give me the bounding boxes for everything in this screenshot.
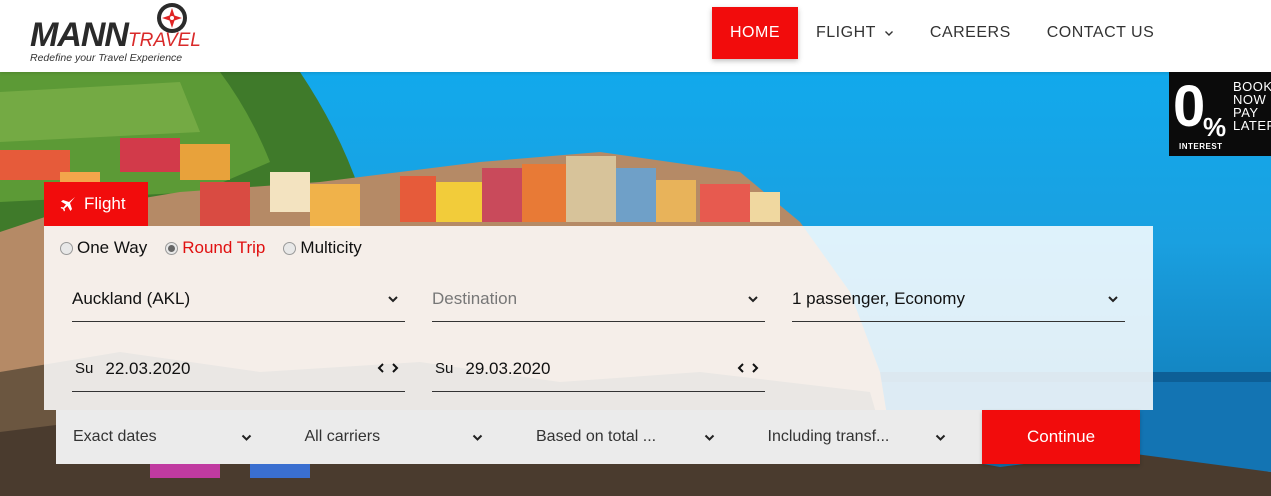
radio-round-trip-label: Round Trip [182, 238, 266, 257]
depart-date-value: 22.03.2020 [105, 358, 191, 378]
chevron-right-icon[interactable] [751, 362, 759, 374]
radio-round-trip[interactable]: Round Trip [165, 238, 265, 258]
chevron-down-icon [1108, 296, 1118, 303]
flight-search-panel: One Way Round Trip Multicity Auckland (A… [44, 226, 1153, 410]
continue-button[interactable]: Continue [982, 410, 1140, 464]
search-filters-bar: Exact dates All carriers Based on total … [56, 410, 982, 464]
filter-price-select[interactable]: Based on total ... [519, 410, 751, 464]
promo-interest: INTEREST [1179, 142, 1223, 151]
chevron-left-icon[interactable] [377, 362, 385, 374]
chevron-down-icon [472, 434, 483, 441]
nav-careers-label: CAREERS [929, 24, 1011, 41]
depart-weekday: Su [75, 360, 94, 377]
filter-transfers-select[interactable]: Including transf... [751, 410, 983, 464]
passengers-value: 1 passenger, Economy [792, 288, 965, 308]
nav-contact-label: CONTACT US [1046, 24, 1155, 41]
nav-home-label: HOME [730, 24, 780, 41]
chevron-down-icon [388, 296, 398, 303]
filter-dates-select[interactable]: Exact dates [56, 410, 288, 464]
passengers-select[interactable]: 1 passenger, Economy [792, 276, 1125, 322]
airplane-icon [60, 197, 75, 212]
chevron-right-icon[interactable] [391, 362, 399, 374]
promo-badge[interactable]: 0 % BOOK NOW PAY LATER INTEREST [1169, 72, 1271, 156]
tab-flight-label: Flight [84, 194, 126, 213]
nav-careers[interactable]: CAREERS [912, 7, 1029, 59]
brand-name-sub: TRAVEL [128, 30, 201, 51]
chevron-down-icon [241, 434, 251, 441]
radio-dot[interactable] [283, 241, 297, 255]
main-nav: HOME FLIGHT CAREERS CONTACT US [712, 7, 1172, 59]
destination-select[interactable]: Destination [432, 276, 765, 322]
brand-name-main: MANN [30, 16, 129, 54]
destination-placeholder: Destination [432, 288, 518, 308]
promo-zero: 0 [1173, 74, 1206, 139]
filter-transfers-value: Including transf... [767, 428, 890, 445]
nav-flight-label: FLIGHT [816, 24, 876, 41]
promo-text: BOOK NOW PAY LATER [1233, 80, 1271, 132]
nav-home[interactable]: HOME [712, 7, 798, 59]
origin-select[interactable]: Auckland (AKL) [72, 276, 405, 322]
radio-dot-selected[interactable] [165, 241, 179, 255]
depart-date-field[interactable]: Su 22.03.2020 [72, 346, 405, 392]
site-header: MANN TRAVEL Redefine your Travel Experie… [0, 0, 1271, 72]
return-date-field[interactable]: Su 29.03.2020 [432, 346, 765, 392]
return-date-value: 29.03.2020 [465, 358, 551, 378]
brand-logo[interactable]: MANN TRAVEL Redefine your Travel Experie… [28, 2, 218, 68]
filter-carriers-select[interactable]: All carriers [288, 410, 520, 464]
brand-tagline: Redefine your Travel Experience [30, 52, 183, 64]
continue-label: Continue [1026, 427, 1096, 446]
radio-one-way[interactable]: One Way [60, 238, 147, 258]
filter-carriers-value: All carriers [304, 428, 381, 445]
radio-multicity[interactable]: Multicity [283, 238, 362, 258]
radio-one-way-label: One Way [77, 238, 148, 257]
radio-multicity-label: Multicity [300, 238, 362, 257]
tab-flight[interactable]: Flight [44, 182, 148, 226]
chevron-down-icon [748, 296, 758, 303]
return-date-arrows [737, 362, 759, 374]
promo-percent: % [1203, 112, 1227, 142]
chevron-down-icon [935, 434, 946, 441]
promo-line-4: LATER [1233, 118, 1271, 133]
origin-value: Auckland (AKL) [72, 288, 191, 308]
depart-date-arrows [377, 362, 399, 374]
filter-price-value: Based on total ... [536, 428, 657, 445]
filter-dates-value: Exact dates [73, 428, 157, 445]
return-weekday: Su [435, 360, 454, 377]
chevron-down-icon [704, 434, 714, 441]
chevron-down-icon [884, 31, 893, 36]
chevron-left-icon[interactable] [737, 362, 745, 374]
nav-contact[interactable]: CONTACT US [1029, 7, 1173, 59]
nav-flight[interactable]: FLIGHT [798, 7, 912, 59]
trip-type-group: One Way Round Trip Multicity [60, 238, 380, 258]
radio-dot[interactable] [60, 241, 73, 255]
